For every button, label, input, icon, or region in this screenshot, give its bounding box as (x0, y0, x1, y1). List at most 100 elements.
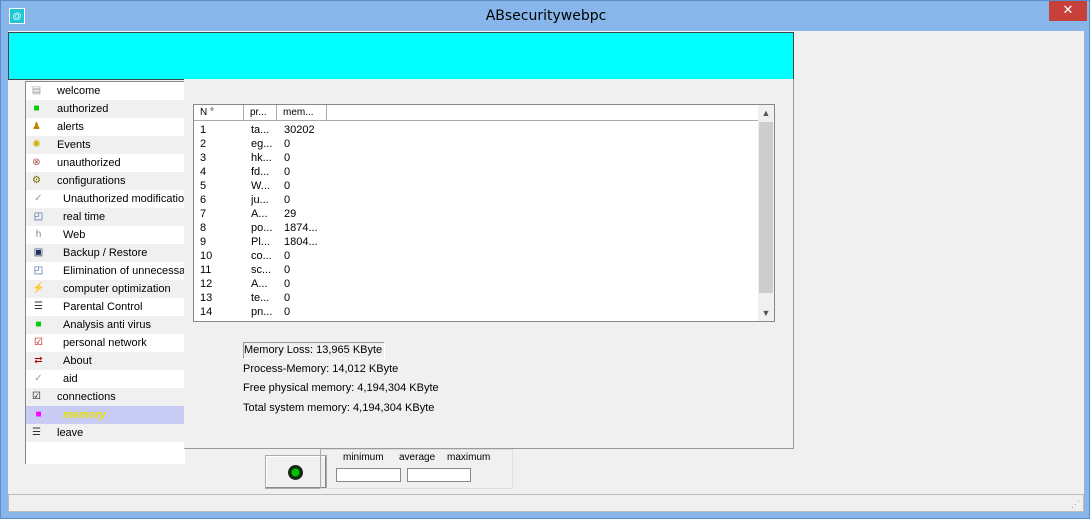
sidebar-item-welcome[interactable]: ▤ welcome (26, 82, 184, 100)
window-title: ABsecuritywebpc (485, 8, 607, 24)
row-memory: 1874... (284, 222, 318, 234)
table-row[interactable]: 14 pn... 0 (194, 305, 758, 319)
sidebar-item-memory[interactable]: ■ memory (26, 406, 184, 424)
sidebar-item-real-time[interactable]: ◰ real time (26, 208, 184, 226)
sidebar-item-connections[interactable]: ☑ connections (26, 388, 184, 406)
table-row[interactable]: 13 te... 0 (194, 291, 758, 305)
row-process: co... (251, 250, 272, 262)
sidebar-item-events[interactable]: ✺ Events (26, 136, 184, 154)
sidebar-item-alerts[interactable]: ♟ alerts (26, 118, 184, 136)
sidebar-item-label: leave (57, 427, 84, 439)
process-memory-label: Process-Memory: 14,012 KByte (243, 363, 399, 375)
resize-grip-icon[interactable]: ⋰ (1071, 499, 1081, 509)
sidebar-item-label: welcome (57, 85, 101, 97)
row-process: sc... (251, 264, 272, 276)
sidebar-item-about[interactable]: ⇄ About (26, 352, 184, 370)
sidebar-item-aid[interactable]: ✓ aid (26, 370, 184, 388)
doc-icon: ▤ (31, 85, 42, 96)
config-icon: ⚙ (32, 175, 41, 186)
row-memory: 0 (284, 194, 291, 206)
memory-loss-label: Memory Loss: 13,965 KByte (243, 342, 386, 359)
row-memory: 29 (284, 208, 297, 220)
table-row[interactable]: 1 ta... 30202 (194, 123, 758, 137)
sidebar-item-label: configurations (57, 175, 126, 187)
arrows-icon: ⇄ (34, 355, 43, 366)
column-header-process[interactable]: pr... (244, 105, 277, 121)
table-row[interactable]: 6 ju... 0 (194, 193, 758, 207)
row-process: te... (251, 292, 270, 304)
row-process: hk... (251, 152, 272, 164)
list-rows: 1 ta... 30202 2 eg... 0 3 hk... 0 4 fd... 0 5 W... 0 6 j… (194, 123, 758, 319)
table-row[interactable]: 5 W... 0 (194, 179, 758, 193)
vertical-scrollbar[interactable]: ▲ ▼ (758, 105, 774, 321)
sidebar-item-label: Analysis anti virus (63, 319, 152, 331)
row-process: fd... (251, 166, 270, 178)
table-row[interactable]: 8 po... 1874... (194, 221, 758, 235)
stop-sign-icon: ⊗ (32, 157, 41, 168)
sidebar-item-leave[interactable]: ☰ leave (26, 424, 184, 442)
table-row[interactable]: 9 Pl... 1804... (194, 235, 758, 249)
green-light-icon (288, 465, 303, 480)
table-row[interactable]: 12 A... 0 (194, 277, 758, 291)
sidebar-item-unauthorized-modifications[interactable]: ✓ Unauthorized modifications (26, 190, 190, 208)
row-memory: 0 (284, 292, 291, 304)
scroll-up-icon[interactable]: ▲ (758, 105, 774, 121)
row-memory: 1804... (284, 236, 318, 248)
green-square-icon: ■ (33, 103, 40, 114)
table-row[interactable]: 2 eg... 0 (194, 137, 758, 151)
title-bar[interactable]: @ ABsecuritywebpc ✕ (1, 1, 1090, 31)
sidebar-item-backup-restore[interactable]: ▣ Backup / Restore (26, 244, 184, 262)
process-list[interactable]: N ° pr... mem... 1 ta... 30202 2 eg... 0 3 hk..… (193, 104, 775, 322)
sidebar-item-unauthorized[interactable]: ⊗ unauthorized (26, 154, 184, 172)
column-header-number[interactable]: N ° (194, 105, 244, 121)
row-process: A... (251, 208, 268, 220)
sidebar-item-elimination-of-unnecessary-files[interactable]: ◰ Elimination of unnecessary files (26, 262, 190, 280)
table-row[interactable]: 4 fd... 0 (194, 165, 758, 179)
sidebar-item-computer-optimization[interactable]: ⚡ computer optimization (26, 280, 184, 298)
list-header: N ° pr... mem... (194, 105, 758, 121)
average-maximum-field[interactable] (407, 468, 471, 482)
sidebar-item-web[interactable]: h Web (26, 226, 184, 244)
sidebar-item-label: Backup / Restore (63, 247, 148, 259)
row-memory: 30202 (284, 124, 315, 136)
table-row[interactable]: 7 A... 29 (194, 207, 758, 221)
green-square-icon: ■ (35, 319, 42, 330)
row-memory: 0 (284, 180, 291, 192)
row-process: po... (251, 222, 273, 234)
sidebar-item-parental-control[interactable]: ☰ Parental Control (26, 298, 184, 316)
http-icon: h (35, 229, 42, 240)
minimum-label: minimum (343, 452, 384, 463)
sidebar-item-analysis-anti-virus[interactable]: ■ Analysis anti virus (26, 316, 184, 334)
scroll-down-icon[interactable]: ▼ (758, 305, 774, 321)
sidebar-item-label: personal network (63, 337, 147, 349)
close-button[interactable]: ✕ (1049, 1, 1087, 21)
sidebar-item-personal-network[interactable]: ☑ personal network (26, 334, 184, 352)
row-number: 8 (200, 222, 207, 234)
refresh-button[interactable] (265, 455, 327, 489)
row-number: 10 (200, 250, 213, 262)
sidebar-item-label: aid (63, 373, 78, 385)
check-box-icon: ☑ (32, 391, 41, 402)
row-number: 2 (200, 138, 207, 150)
table-row[interactable]: 11 sc... 0 (194, 263, 758, 277)
sidebar-item-label: authorized (57, 103, 109, 115)
column-header-memory[interactable]: mem... (277, 105, 327, 121)
row-process: pn... (251, 306, 273, 318)
row-process: A... (251, 278, 268, 290)
row-process: eg... (251, 138, 273, 150)
scroll-thumb[interactable] (759, 122, 773, 293)
check-mark-icon: ✓ (34, 193, 43, 204)
sidebar-item-label: Elimination of unnecessary files (63, 265, 190, 277)
sidebar: ▤ welcome ■ authorized ♟ alerts ✺ Events ⊗ unauth… (25, 81, 190, 464)
row-number: 14 (200, 306, 213, 318)
sidebar-item-authorized[interactable]: ■ authorized (26, 100, 184, 118)
row-number: 9 (200, 236, 207, 248)
app-window: @ ABsecuritywebpc ✕ ▤ welcome ■ authorized ♟… (0, 0, 1090, 519)
sidebar-item-label: memory (63, 409, 106, 421)
table-row[interactable]: 10 co... 0 (194, 249, 758, 263)
sidebar-item-configurations[interactable]: ⚙ configurations (26, 172, 184, 190)
row-number: 5 (200, 180, 207, 192)
table-row[interactable]: 3 hk... 0 (194, 151, 758, 165)
minimum-field[interactable] (336, 468, 401, 482)
sidebar-item-label: real time (63, 211, 106, 223)
